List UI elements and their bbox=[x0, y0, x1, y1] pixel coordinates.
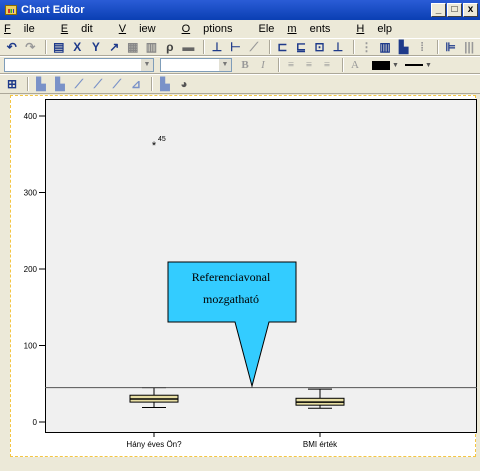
bold-button[interactable]: B bbox=[238, 59, 252, 71]
fit-line-icon[interactable]: ⟋ bbox=[246, 40, 262, 54]
title-icon[interactable]: ⊏ bbox=[275, 40, 291, 54]
align-center-icon[interactable]: ≡ bbox=[302, 59, 316, 71]
footnote-icon[interactable]: ⊑ bbox=[293, 40, 309, 54]
y-tick-label: 200 bbox=[24, 265, 38, 274]
chart-editor-app-icon bbox=[5, 5, 17, 15]
line-style-icon[interactable] bbox=[404, 64, 423, 66]
align-right-icon[interactable]: ≡ bbox=[320, 59, 334, 71]
lasso-icon[interactable]: ρ bbox=[162, 40, 178, 54]
callout-line-2: mozgatható bbox=[203, 292, 259, 306]
area-element-icon[interactable]: ⊿ bbox=[128, 77, 144, 91]
font-family-select[interactable]: ▼ bbox=[4, 58, 154, 72]
grid-lines-icon[interactable]: ⋮ bbox=[359, 40, 375, 54]
bar-chart-icon[interactable]: ▙ bbox=[396, 40, 412, 54]
menu-file[interactable]: File bbox=[4, 23, 48, 35]
scale-icon[interactable]: ↗ bbox=[107, 40, 123, 54]
add-chart-element-icon[interactable]: ⊞ bbox=[4, 77, 20, 91]
data-table-icon[interactable]: ▥ bbox=[144, 40, 160, 54]
undo-icon[interactable]: ↶ bbox=[4, 40, 20, 54]
transpose-icon[interactable]: ⊫ bbox=[443, 40, 459, 54]
pie-element-icon[interactable]: ◕ bbox=[176, 77, 192, 91]
reference-line-x-icon[interactable]: ⊢ bbox=[228, 40, 244, 54]
chevron-down-icon[interactable]: ▼ bbox=[425, 62, 432, 69]
menu-elements[interactable]: Ele m ents bbox=[259, 23, 344, 35]
title-bar: Chart Editor _ □ x bbox=[0, 0, 480, 20]
minimize-button[interactable]: _ bbox=[431, 3, 446, 17]
toolbar-format: ▼ ▼ B I ≡ ≡ ≡ A ▼ ▼ bbox=[0, 56, 480, 74]
scatter-element-icon[interactable]: ⟋ bbox=[90, 77, 106, 91]
menu-options[interactable]: Options bbox=[182, 23, 246, 35]
x-tick-label: BMI érték bbox=[303, 440, 338, 449]
italic-button[interactable]: I bbox=[256, 59, 270, 71]
histogram-icon[interactable]: ▙ bbox=[157, 77, 173, 91]
font-size-select[interactable]: ▼ bbox=[160, 58, 232, 72]
properties-icon[interactable]: ▤ bbox=[51, 40, 67, 54]
legend-icon[interactable]: ⊥ bbox=[330, 40, 346, 54]
x-tick-label: Hány éves Ön? bbox=[126, 440, 182, 449]
chart-editor-window: Chart Editor _ □ x File Edit View Option… bbox=[0, 0, 480, 471]
select-x-axis-button[interactable]: X bbox=[70, 40, 86, 54]
line-element-icon[interactable]: ⟋ bbox=[71, 77, 87, 91]
outlier-marker[interactable]: * bbox=[152, 140, 157, 152]
more-bars-icon[interactable]: ||| bbox=[461, 40, 477, 54]
y-tick-label: 0 bbox=[33, 418, 38, 427]
menu-bar: File Edit View Options Ele m ents Help bbox=[0, 20, 480, 38]
window-title: Chart Editor bbox=[21, 4, 85, 16]
toolbar-elements: ⊞ ▙ ▙ ⟋ ⟋ ⟋ ⊿ ▙ ◕ bbox=[0, 74, 480, 94]
close-button[interactable]: x bbox=[463, 3, 478, 17]
menu-view[interactable]: View bbox=[119, 23, 169, 35]
maximize-button[interactable]: □ bbox=[447, 3, 462, 17]
menu-edit[interactable]: Edit bbox=[61, 23, 106, 35]
align-left-icon[interactable]: ≡ bbox=[284, 59, 298, 71]
y-tick-label: 400 bbox=[24, 112, 38, 121]
split-icon[interactable]: ⁞ bbox=[414, 40, 430, 54]
y-tick-label: 100 bbox=[24, 342, 38, 351]
callout-line-1: Referenciavonal bbox=[191, 270, 271, 284]
annotation-icon[interactable]: ⊡ bbox=[312, 40, 328, 54]
text-color-button[interactable]: A bbox=[348, 59, 362, 71]
menu-help[interactable]: Help bbox=[356, 23, 405, 35]
callout-text: Referenciavonal mozgatható bbox=[167, 262, 295, 320]
explore-icon[interactable]: ▬ bbox=[181, 40, 197, 54]
clustered-bar-icon[interactable]: ▙ bbox=[52, 77, 68, 91]
chevron-down-icon: ▼ bbox=[219, 59, 231, 71]
multi-line-icon[interactable]: ⟋ bbox=[109, 77, 125, 91]
y-tick-label: 300 bbox=[24, 189, 38, 198]
chart-grid-icon[interactable]: ▦ bbox=[125, 40, 141, 54]
chevron-down-icon[interactable]: ▼ bbox=[392, 62, 399, 69]
data-labels-icon[interactable]: ▥ bbox=[377, 40, 393, 54]
toolbar-main: ↶ ↷ ▤ X Y ↗ ▦ ▥ ρ ▬ ⊥ ⊢ ⟋ ⊏ ⊑ ⊡ ⊥ ⋮ ▥ ▙ … bbox=[0, 38, 480, 56]
bar-element-icon[interactable]: ▙ bbox=[33, 77, 49, 91]
fill-color-icon[interactable] bbox=[372, 60, 390, 70]
chevron-down-icon: ▼ bbox=[141, 59, 153, 71]
status-bar bbox=[0, 459, 480, 471]
reference-line-y-icon[interactable]: ⊥ bbox=[209, 40, 225, 54]
select-y-axis-button[interactable]: Y bbox=[88, 40, 104, 54]
outlier-label: 45 bbox=[158, 136, 166, 143]
redo-icon[interactable]: ↷ bbox=[23, 40, 39, 54]
